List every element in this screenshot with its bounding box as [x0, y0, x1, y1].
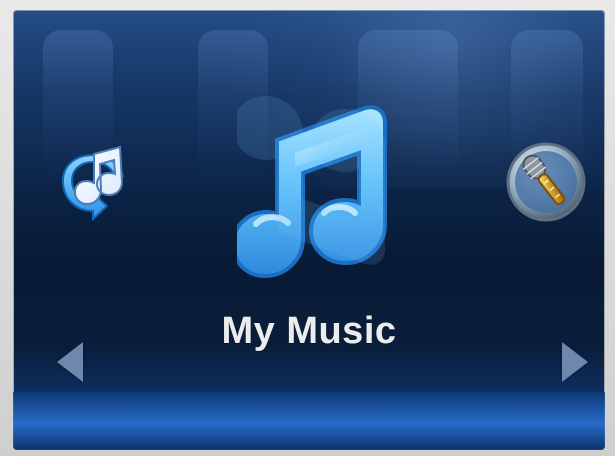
left-arrow-icon[interactable] — [57, 342, 83, 382]
microphone-icon[interactable] — [503, 139, 589, 225]
bottom-glow-band — [13, 392, 605, 450]
device-frame: My Music — [0, 0, 615, 456]
music-sync-icon[interactable] — [50, 137, 142, 227]
music-screen: My Music — [13, 10, 605, 450]
page-title: My Music — [221, 310, 397, 352]
right-arrow-icon[interactable] — [562, 342, 588, 382]
music-note-reflection — [237, 96, 385, 265]
